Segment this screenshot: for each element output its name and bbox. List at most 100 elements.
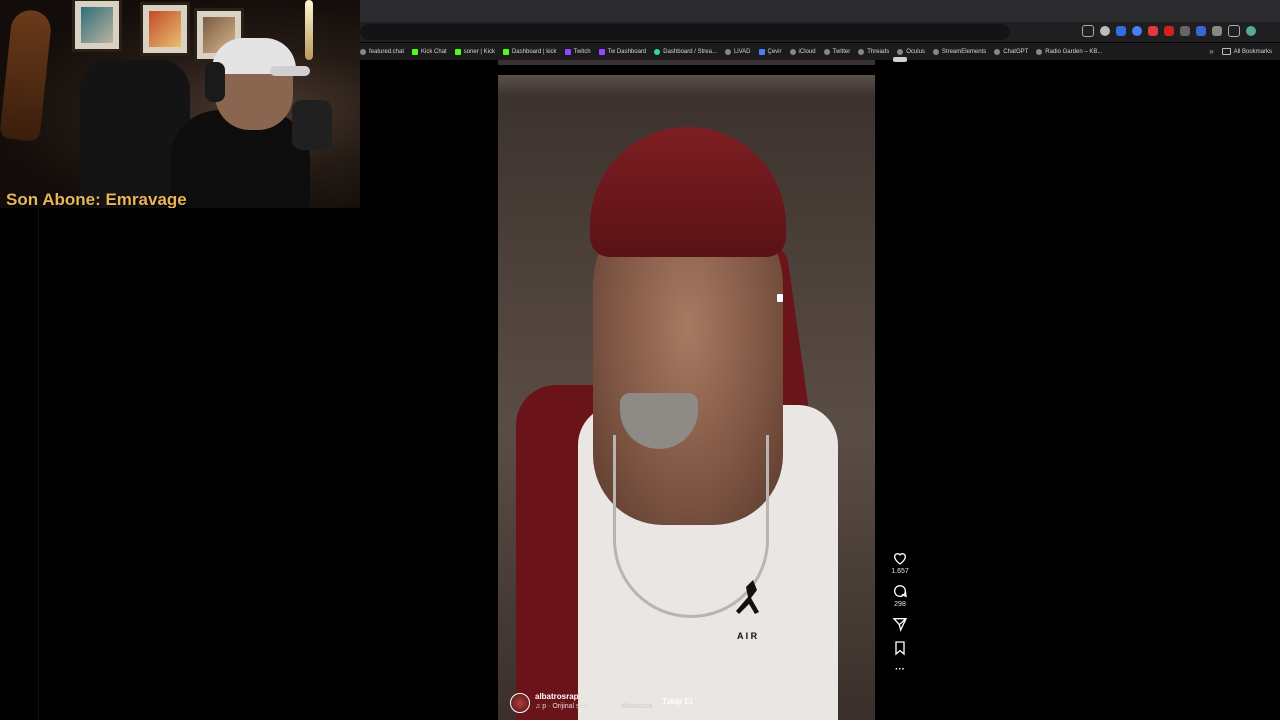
bookmark-item[interactable]: Oculus [897,48,925,55]
address-bar[interactable] [360,24,1010,40]
globe-icon [360,48,366,55]
reel-footer: albatrosrap ♫ p · Orijinal ses albatrosr… [510,690,810,716]
globe-icon [1036,48,1043,55]
previous-reel-edge [498,60,875,65]
reel-video[interactable]: A I R [498,75,875,720]
comment-action[interactable]: 298 [884,583,916,608]
bookmark-item[interactable]: Twitter [823,48,851,55]
bookmark-item[interactable]: Tw Dashboard [598,48,647,55]
bookmark-item[interactable]: featured.chat [360,48,404,55]
bookmarks-bar: featured.chat Kick Chat soner | Kick Das… [360,43,1280,60]
all-bookmarks-label: All Bookmarks [1233,48,1272,55]
bookmark-item[interactable]: Dashboard / Strea... [654,48,717,55]
install-icon[interactable] [1082,25,1094,37]
kick-icon [412,48,419,55]
bookmark-label: Kick Chat [421,48,447,55]
twitch-icon [564,48,571,55]
bookmark-item[interactable]: Çevir [758,48,782,55]
bookmark-item[interactable]: Kick Chat [412,48,447,55]
bookmark-label: soner | Kick [463,48,495,55]
audio-label: p · Orijinal ses [542,703,587,710]
bookmark-item[interactable]: Radio Garden – KB... [1036,48,1103,55]
wall-picture [140,2,190,56]
extension-1-icon[interactable] [1116,26,1126,36]
bookmark-item[interactable]: Dashboard | kick [502,48,557,55]
jumpman-logo: A I R [736,580,759,641]
extension-3-icon[interactable] [1148,26,1158,36]
follow-button[interactable]: Takip Et [662,697,693,706]
star-icon[interactable] [1100,26,1110,36]
mouse-cursor [777,294,783,302]
extension-5-icon[interactable] [1180,26,1190,36]
translate-icon [758,48,765,55]
bookmark-label: Twitch [573,48,591,55]
extension-6-icon[interactable] [1196,26,1206,36]
bookmark-label: ChatGPT [1003,48,1029,55]
previous-reel-icon [893,57,907,62]
puzzle-icon[interactable] [1228,25,1240,37]
bookmark-icon [895,641,905,656]
send-icon [892,618,908,632]
all-bookmarks-button[interactable]: All Bookmarks [1221,48,1272,55]
share-action[interactable] [884,616,916,632]
bookmark-label: Oculus [906,48,925,55]
divider [38,208,39,720]
bookmark-item[interactable]: ChatGPT [994,48,1029,55]
last-subscriber-text: Son Abone: Emravage [6,190,187,208]
audio-info[interactable]: ♫ p · Orijinal ses [535,703,587,710]
bookmark-label: iCloud [798,48,816,55]
globe-icon [897,48,904,55]
svg-text:A I R: A I R [737,631,758,641]
streamelements-icon [654,48,661,55]
headphone [205,62,225,102]
bookmark-label: Twitter [832,48,851,55]
globe-icon [858,48,865,55]
more-options-button[interactable]: ··· [884,664,916,675]
cap-brim [270,66,310,76]
bookmark-label: Threads [867,48,890,55]
guitar [0,8,53,142]
like-action[interactable]: 1.657 [884,550,916,575]
bookmark-label: StreamElements [941,48,987,55]
avatar[interactable] [510,693,530,713]
username[interactable]: albatrosrap [535,692,579,701]
bookmark-item[interactable]: soner | Kick [454,48,495,55]
globe-icon [932,48,939,55]
bookmark-label: Dashboard / Strea... [663,48,717,55]
lamp [305,0,313,60]
reel-actions: 1.657 298 ··· [884,550,916,683]
bookmark-item[interactable]: iCloud [789,48,816,55]
folder-icon [1221,48,1231,55]
audio-secondary: albatrosra [621,703,653,710]
bookmark-item[interactable]: LiVAD [724,48,751,55]
extension-4-icon[interactable] [1164,26,1174,36]
bandana [590,127,786,257]
extension-icons [1082,25,1256,37]
globe-icon [994,48,1001,55]
globe-icon [789,48,796,55]
bookmark-label: Dashboard | kick [511,48,557,55]
bookmark-item[interactable]: StreamElements [932,48,987,55]
bookmark-label: Çevir [767,48,782,55]
profile-icon[interactable] [1246,26,1256,36]
globe-icon [823,48,830,55]
like-count: 1.657 [891,568,909,575]
browser-toolbar [360,22,1280,42]
comment-icon [894,585,907,598]
bookmark-item[interactable]: Twitch [564,48,591,55]
extension-7-icon[interactable] [1212,26,1222,36]
bookmark-label: Radio Garden – KB... [1045,48,1103,55]
twitch-icon [598,48,605,55]
bookmark-label: LiVAD [733,48,751,55]
kick-icon [454,48,461,55]
wall-picture [72,0,122,52]
bookmarks-overflow-button[interactable]: » [1209,47,1213,56]
extension-2-icon[interactable] [1132,26,1142,36]
webcam-overlay: Son Abone: Emravage [0,0,360,208]
ceiling [498,75,875,95]
bookmark-item[interactable]: Threads [858,48,890,55]
kick-icon [502,48,509,55]
save-action[interactable] [884,640,916,656]
more-options-label: ··· [895,664,905,675]
bookmark-label: Tw Dashboard [607,48,647,55]
